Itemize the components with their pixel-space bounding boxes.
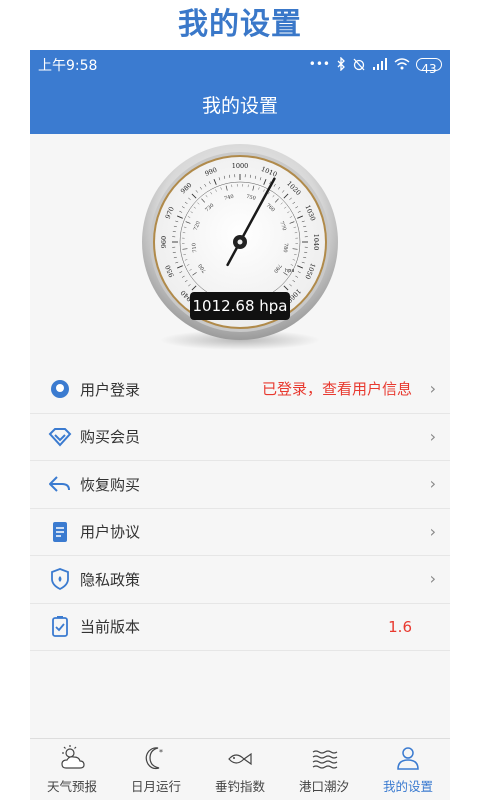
svg-text:*: * (159, 748, 163, 757)
gauge-unit-label: hpa (285, 268, 294, 274)
tab-weather[interactable]: 天气预报 (30, 739, 114, 800)
shield-icon (48, 567, 72, 591)
more-dots-icon: ••• (308, 57, 330, 71)
menu-item-label: 恢复购买 (80, 475, 141, 494)
bluetooth-icon (337, 57, 345, 71)
chevron-right-icon: › (429, 426, 436, 446)
gauge-inner-label: 710 (191, 243, 198, 253)
gauge-hub-cap (237, 239, 243, 245)
menu-item-user-agreement[interactable]: 用户协议 › (30, 509, 450, 556)
diamond-icon (48, 425, 72, 449)
menu-item-privacy-policy[interactable]: 隐私政策 › (30, 556, 450, 604)
tab-fishing[interactable]: 垂钓指数 (198, 739, 282, 800)
wifi-icon (394, 58, 410, 70)
menu-item-login[interactable]: 用户登录 已登录，查看用户信息 › (30, 366, 450, 414)
version-value: 1.6 (388, 617, 412, 636)
chevron-right-icon: › (429, 474, 436, 493)
barometer-gauge: 940950960970980990 1000 101010201030104010… (142, 144, 338, 350)
chevron-right-icon: › (429, 569, 436, 588)
promo-title: 我的设置 (178, 7, 302, 42)
bottom-tab-bar: 天气预报 * 日月运行 垂钓指数 港口潮汐 我的设置 (30, 738, 450, 800)
status-time: 上午9:58 (38, 58, 98, 74)
gauge-outer-label: 1040 (312, 234, 320, 251)
tab-label: 天气预报 (46, 779, 97, 794)
moon-icon: * (145, 747, 163, 770)
tab-label: 港口潮汐 (298, 779, 349, 794)
tab-label: 日月运行 (130, 779, 181, 794)
gauge-outer-label: 1000 (232, 162, 249, 170)
fish-icon (228, 752, 252, 766)
menu-item-label: 用户协议 (80, 523, 141, 542)
person-icon (397, 747, 419, 770)
status-icons: ••• 43 (308, 54, 442, 76)
tab-tides[interactable]: 港口潮汐 (282, 739, 366, 800)
pressure-readout: 1012.68 hpa (190, 292, 290, 320)
user-icon (48, 377, 72, 401)
signal-icon (373, 58, 387, 70)
battery-icon: 43 (416, 57, 442, 76)
tab-label: 我的设置 (382, 779, 433, 794)
app-header-title: 我的设置 (30, 78, 450, 134)
menu-item-current-version: 当前版本 1.6 (30, 604, 450, 651)
back-arrow-icon (48, 472, 72, 496)
version-icon (48, 615, 72, 639)
gauge-inner-label: 780 (282, 243, 289, 253)
status-bar: 上午9:58 ••• 43 (30, 50, 450, 78)
settings-menu: 用户登录 已登录，查看用户信息 › 购买会员 › 恢复购买 › 用户协议 › 隐… (30, 366, 450, 651)
menu-item-label: 当前版本 (80, 618, 141, 637)
document-icon (48, 520, 72, 544)
chevron-right-icon: › (429, 379, 436, 398)
tab-my-settings[interactable]: 我的设置 (366, 739, 450, 800)
barometer-area: 940 950 960 970 980 990 1000 1010 1020 1030 1040 10… (30, 134, 450, 374)
menu-item-label: 隐私政策 (80, 570, 141, 589)
waves-icon (312, 750, 338, 769)
weather-icon (61, 745, 85, 769)
menu-item-label: 用户登录 (80, 380, 141, 399)
chevron-right-icon: › (429, 521, 436, 541)
alarm-off-icon (353, 58, 365, 71)
gauge-outer-label: 960 (160, 236, 168, 248)
menu-item-restore-purchase[interactable]: 恢复购买 › (30, 461, 450, 509)
phone-screen: 上午9:58 ••• 43 我的设置 940 950 960 970 980 9… (30, 50, 450, 800)
menu-item-label: 购买会员 (80, 428, 141, 447)
tab-sun-moon[interactable]: * 日月运行 (114, 739, 198, 800)
menu-item-value: 已登录，查看用户信息 (261, 380, 412, 398)
tab-label: 垂钓指数 (214, 779, 265, 794)
menu-item-buy-membership[interactable]: 购买会员 › (30, 414, 450, 461)
